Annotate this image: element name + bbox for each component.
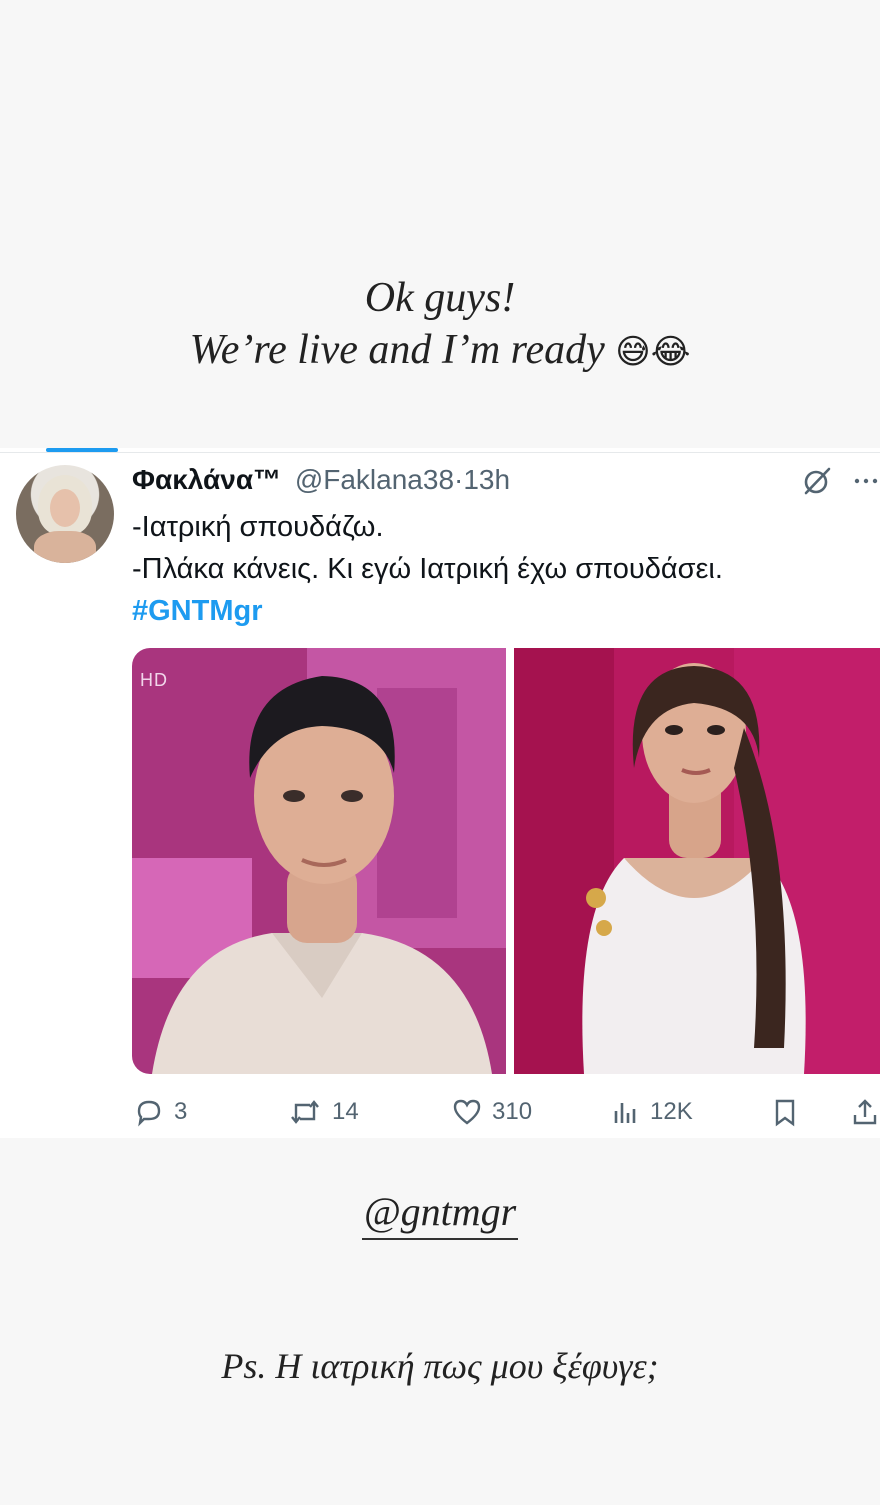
views-button[interactable]: 12K [610,1096,693,1126]
reply-icon [137,1100,161,1127]
action-bar: 3 14 310 12K [0,1096,880,1127]
separator: · [454,464,464,495]
share-button[interactable] [850,1096,880,1126]
retweet-count: 14 [332,1097,359,1125]
bookmark-icon [775,1099,795,1127]
reply-button[interactable]: 3 [134,1096,188,1127]
media-image-left[interactable]: HD [132,648,506,1074]
reply-count: 3 [174,1097,188,1125]
views-icon [614,1102,636,1123]
share-icon [853,1098,877,1124]
avatar[interactable] [16,465,114,563]
more-icon[interactable] [852,466,880,496]
media-image-right[interactable] [514,648,880,1074]
caption-line-2: We’re live and I’m ready 😅😂 [0,324,880,378]
tweet-text: -Ιατρική σπουδάζω. -Πλάκα κάνεις. Κι εγώ… [132,506,852,632]
hashtag-link[interactable]: #GNTMgr [132,590,852,632]
retweet-button[interactable]: 14 [288,1096,359,1126]
like-button[interactable]: 310 [452,1096,532,1126]
mention-sticker[interactable]: @gntmgr [0,1188,880,1240]
caption-emojis: 😅😂 [615,332,691,372]
tweet-card[interactable]: Φακλάνα™ @Faklana38·13h -Ιατρική σπουδάζ… [0,448,880,1138]
caption-line-1: Ok guys! [364,275,516,321]
grok-icon[interactable] [802,466,832,496]
tweet-line-2: -Πλάκα κάνεις. Κι εγώ Ιατρική έχω σπουδά… [132,553,723,585]
retweet-icon [291,1099,319,1124]
footnote-caption: Ps. Η ιατρική πως μου ξέφυγε; [221,1346,659,1386]
story-caption: Ok guys! We’re live and I’m ready 😅😂 [0,272,880,378]
divider [0,452,880,453]
handle[interactable]: @Faklana38 [295,464,454,495]
timestamp[interactable]: 13h [463,464,510,495]
heart-icon [453,1099,481,1125]
display-name[interactable]: Φακλάνα™ [132,464,281,495]
views-count: 12K [650,1097,693,1125]
like-count: 310 [492,1097,533,1125]
tweet-media[interactable]: HD [132,648,880,1074]
caption-line-2-text: We’re live and I’m ready [189,327,605,373]
tweet-line-1: -Ιατρική σπουδάζω. [132,511,384,543]
mention-text[interactable]: @gntmgr [361,1189,519,1240]
bookmark-button[interactable] [770,1096,800,1127]
tweet-header: Φακλάνα™ @Faklana38·13h [132,462,510,498]
